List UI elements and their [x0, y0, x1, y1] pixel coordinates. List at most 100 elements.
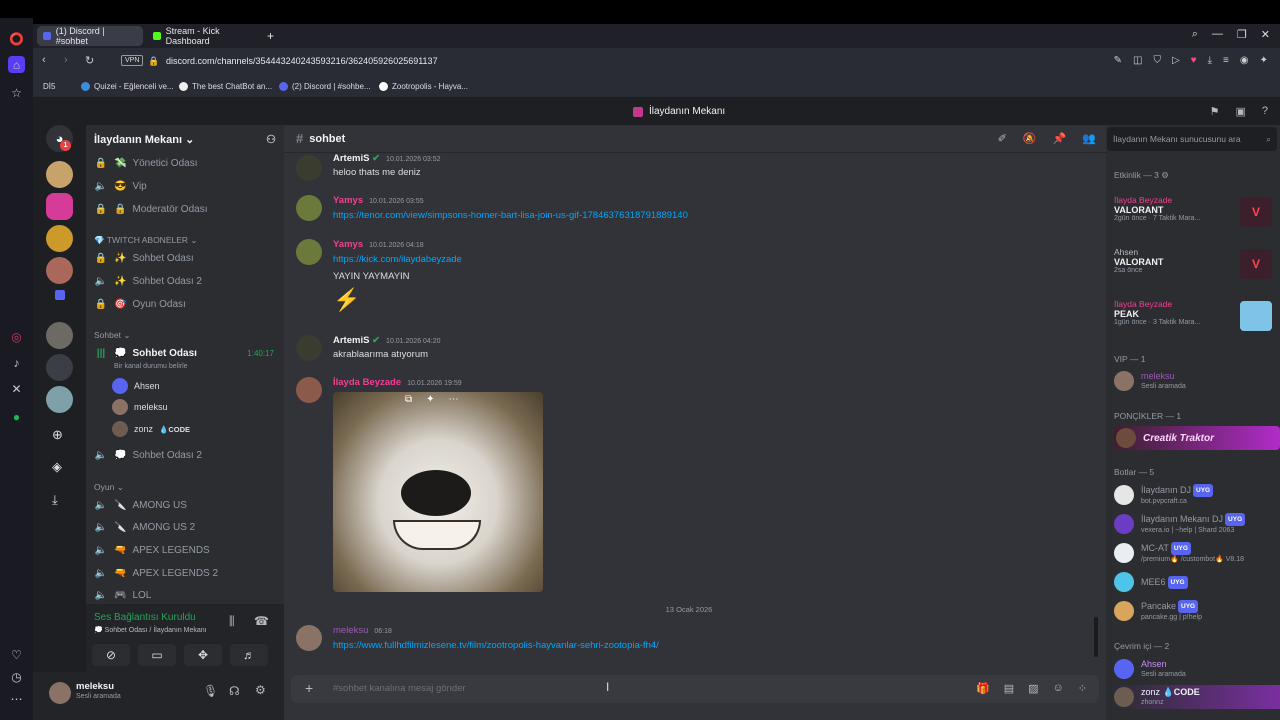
- channel-item[interactable]: 🔒 ✨ Sohbet Odası: [94, 248, 274, 268]
- maximize-icon[interactable]: ❐: [1237, 28, 1247, 41]
- noise-suppression-icon[interactable]: ⫼: [229, 614, 235, 629]
- author-name[interactable]: ArtemiS ✔ 10.01.2026 04:20: [333, 335, 441, 346]
- emoji-icon[interactable]: ☺: [1053, 682, 1064, 695]
- flag-icon[interactable]: ⚑: [1210, 105, 1220, 118]
- more-icon[interactable]: ⋯: [8, 690, 25, 707]
- ai-icon[interactable]: ✦: [1260, 55, 1268, 66]
- server-icon[interactable]: [46, 322, 73, 349]
- category-oyun[interactable]: Oyun ⌄: [94, 482, 124, 493]
- scrollbar[interactable]: [1094, 617, 1098, 657]
- avatar[interactable]: [296, 377, 322, 403]
- gift-icon[interactable]: 🎁: [976, 682, 990, 695]
- bookmark-item[interactable]: The best ChatBot an...: [179, 82, 272, 91]
- channel-item[interactable]: 🔈 🔪 AMONG US 2: [94, 517, 274, 537]
- download-apps-icon[interactable]: ⤓: [52, 492, 58, 508]
- message-link[interactable]: https://tenor.com/view/simpsons-homer-ba…: [333, 210, 688, 221]
- pikachu-sticker[interactable]: ⚡: [333, 287, 360, 313]
- message-input[interactable]: + #sohbet kanalına mesaj gönder I 🎁 ▤ ▨ …: [291, 675, 1099, 703]
- history-icon[interactable]: ◷: [8, 668, 25, 685]
- play-icon[interactable]: ▷: [1172, 55, 1180, 66]
- back-icon[interactable]: ‹: [42, 54, 46, 66]
- avatar[interactable]: [296, 335, 322, 361]
- channel-item[interactable]: 🔈 🔫 APEX LEGENDS: [94, 540, 274, 560]
- edit-icon[interactable]: ✎: [1114, 55, 1122, 66]
- tab-kick[interactable]: Stream - Kick Dashboard: [147, 26, 267, 46]
- forward-icon[interactable]: ›: [64, 54, 68, 66]
- author-name[interactable]: ArtemiS ✔ 10.01.2026 03:52: [333, 153, 441, 164]
- channel-item[interactable]: 🔈 🎮 LOL: [94, 585, 274, 605]
- author-name[interactable]: Yamys 10.01.2026 03:55: [333, 195, 424, 206]
- channel-item[interactable]: 🔒 🔒 Moderatör Odası: [94, 199, 274, 219]
- member-item[interactable]: zonz 💧CODE zhonnz: [1114, 685, 1280, 709]
- category-twitch[interactable]: 💎 TWITCH ABONELER ⌄: [94, 235, 198, 246]
- member-item[interactable]: Ahsen Sesli aramada: [1114, 657, 1274, 681]
- member-item[interactable]: İlaydanın DJ UYG bot.pvpcraft.ca: [1114, 483, 1274, 507]
- channel-item[interactable]: 🔈 🔫 APEX LEGENDS 2: [94, 563, 274, 583]
- minimize-icon[interactable]: —: [1212, 28, 1223, 41]
- star-icon[interactable]: ☆: [8, 84, 25, 101]
- member-item[interactable]: MC-AT UYG/premium🔥 /custombot🔥 V8.18: [1114, 541, 1274, 565]
- apps-icon[interactable]: ⁘: [1078, 682, 1087, 695]
- bookmark-item[interactable]: Quizei - Eğlenceli ve...: [81, 82, 174, 91]
- sticker-icon[interactable]: ▨: [1028, 682, 1038, 695]
- search-input[interactable]: İlaydanın Mekanı sunucusunu ara ⌕: [1107, 127, 1277, 151]
- member-item[interactable]: MEE6 UYG: [1114, 570, 1274, 594]
- mute-icon[interactable]: 🔕: [1023, 132, 1037, 145]
- avatar[interactable]: [296, 195, 322, 221]
- avatar[interactable]: [49, 682, 71, 704]
- new-tab-button[interactable]: +: [261, 26, 280, 46]
- folder-icon[interactable]: [55, 290, 65, 300]
- help-icon[interactable]: ?: [1262, 105, 1268, 118]
- activity-icon[interactable]: ✥: [184, 644, 222, 666]
- screen-share-icon[interactable]: ▭: [138, 644, 176, 666]
- more-icon[interactable]: ⋯: [449, 394, 459, 405]
- user-name[interactable]: meleksu: [76, 681, 114, 692]
- disconnect-icon[interactable]: ☎: [254, 614, 269, 628]
- avatar[interactable]: [296, 239, 322, 265]
- vpn-badge[interactable]: VPN: [121, 55, 144, 66]
- server-header[interactable]: İlaydanın Mekanı ⌄ ⚇: [86, 125, 284, 153]
- channel-item[interactable]: 🔈 😎 Vip: [94, 176, 274, 196]
- voice-user[interactable]: meleksu: [112, 398, 168, 416]
- author-name[interactable]: meleksu 06:18: [333, 625, 392, 636]
- activity-card[interactable]: Ahsen VALORANT 2sa önce V: [1114, 247, 1274, 291]
- dog-gif-image[interactable]: ⧉ ✦ ⋯: [333, 392, 543, 592]
- pin-icon[interactable]: 📌: [1053, 132, 1067, 145]
- threads-icon[interactable]: ✐: [998, 132, 1007, 145]
- member-item[interactable]: Creatik Traktor: [1114, 426, 1280, 450]
- member-item[interactable]: meleksu Sesli aramada: [1114, 369, 1274, 393]
- opera-logo-icon[interactable]: ⭕: [8, 30, 25, 47]
- gif-icon[interactable]: ▤: [1004, 682, 1014, 695]
- avatar[interactable]: [296, 155, 322, 181]
- channel-item[interactable]: 🔈 ✨ Sohbet Odası 2: [94, 271, 274, 291]
- category-sohbet[interactable]: Sohbet ⌄: [94, 330, 130, 341]
- search-tabs-icon[interactable]: ⌕: [1192, 28, 1198, 41]
- add-server-icon[interactable]: ⊕: [52, 427, 63, 443]
- server-icon-active[interactable]: [46, 193, 73, 220]
- add-attachment-icon[interactable]: +: [305, 680, 313, 696]
- headphones-icon[interactable]: ☊: [229, 684, 240, 698]
- author-name[interactable]: İlayda Beyzade 10.01.2026 19:59: [333, 377, 462, 388]
- connection-location[interactable]: 💭 Sohbet Odası / İlaydanın Mekanı: [94, 626, 207, 634]
- sparkle-icon[interactable]: ✦: [426, 394, 434, 405]
- download-icon[interactable]: ⤓: [1208, 55, 1212, 66]
- soundboard-icon[interactable]: ♬: [230, 644, 268, 666]
- heart-icon[interactable]: ♡: [8, 646, 25, 663]
- channel-item-active[interactable]: ||| 💭 Sohbet Odası 1:40:17: [94, 343, 274, 363]
- bookmark-item[interactable]: (2) Discord | #sohbe...: [279, 82, 371, 91]
- server-icon[interactable]: [46, 257, 73, 284]
- tab-discord[interactable]: (1) Discord | #sohbet: [37, 26, 143, 46]
- home-icon[interactable]: ⌂: [8, 56, 25, 73]
- heart-fill-icon[interactable]: ♥: [1191, 55, 1197, 66]
- channel-item[interactable]: 🔈 🔪 AMONG US: [94, 495, 274, 515]
- channel-item[interactable]: 🔈 💭 Sohbet Odası 2: [94, 445, 274, 465]
- member-item[interactable]: İlaydanın Mekanı DJ UYG vexera.io | ~help …: [1114, 512, 1274, 536]
- member-item[interactable]: Pancake UYG pancake.gg | p!help: [1114, 599, 1274, 623]
- shield-icon[interactable]: ⛉: [1153, 55, 1161, 66]
- activity-card[interactable]: İlayda Beyzade VALORANT 2gün önce · 7 Ta…: [1114, 195, 1274, 239]
- inbox-icon[interactable]: ▣: [1235, 105, 1245, 118]
- bookmark-item[interactable]: Dİ5: [43, 82, 55, 91]
- close-icon[interactable]: ✕: [1261, 28, 1270, 41]
- channel-item[interactable]: 🔒 🎯 Oyun Odası: [94, 294, 274, 314]
- activity-card[interactable]: İlayda Beyzade PEAK 1gün önce · 3 Taktik…: [1114, 299, 1274, 343]
